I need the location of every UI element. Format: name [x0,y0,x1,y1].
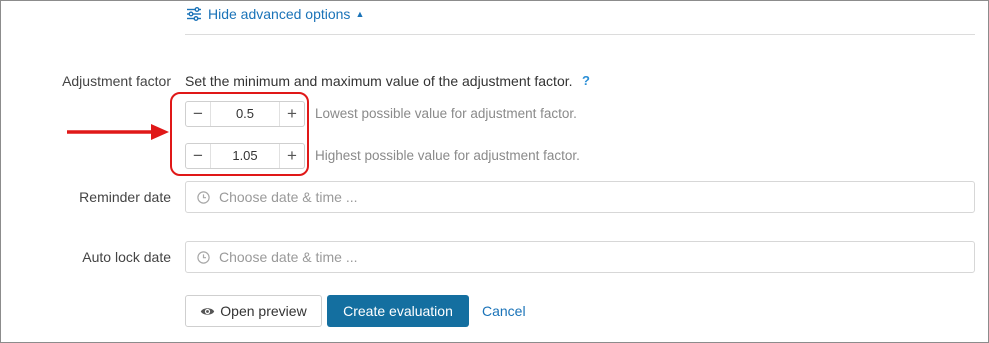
open-preview-button[interactable]: Open preview [185,295,322,327]
auto-lock-date-label: Auto lock date [82,249,171,265]
clock-icon [197,250,210,264]
divider [185,34,975,35]
create-evaluation-button[interactable]: Create evaluation [327,295,469,327]
reminder-date-label: Reminder date [79,189,171,205]
annotation-arrow-icon [67,124,169,140]
adjustment-factor-label: Adjustment factor [62,73,171,89]
auto-lock-date-input[interactable]: Choose date & time ... [185,241,975,273]
max-adjustment-hint: Highest possible value for adjustment fa… [315,148,580,163]
auto-lock-date-placeholder: Choose date & time ... [219,249,358,265]
highlight-box [170,92,309,176]
cancel-link[interactable]: Cancel [482,303,526,319]
eye-icon [201,307,215,315]
hide-advanced-options-link[interactable]: Hide advanced options ▲ [186,6,364,22]
adjustment-factor-help-text: Set the minimum and maximum value of the… [185,73,573,89]
sliders-icon [187,7,201,21]
min-adjustment-hint: Lowest possible value for adjustment fac… [315,106,577,121]
clock-icon [197,190,210,204]
open-preview-label: Open preview [220,303,307,319]
reminder-date-placeholder: Choose date & time ... [219,189,358,205]
reminder-date-input[interactable]: Choose date & time ... [185,181,975,213]
form-panel: Hide advanced options ▲ Adjustment facto… [0,0,989,343]
hide-advanced-options-label: Hide advanced options [208,6,351,22]
caret-up-icon: ▲ [355,9,365,19]
help-icon[interactable]: ? [582,73,590,88]
